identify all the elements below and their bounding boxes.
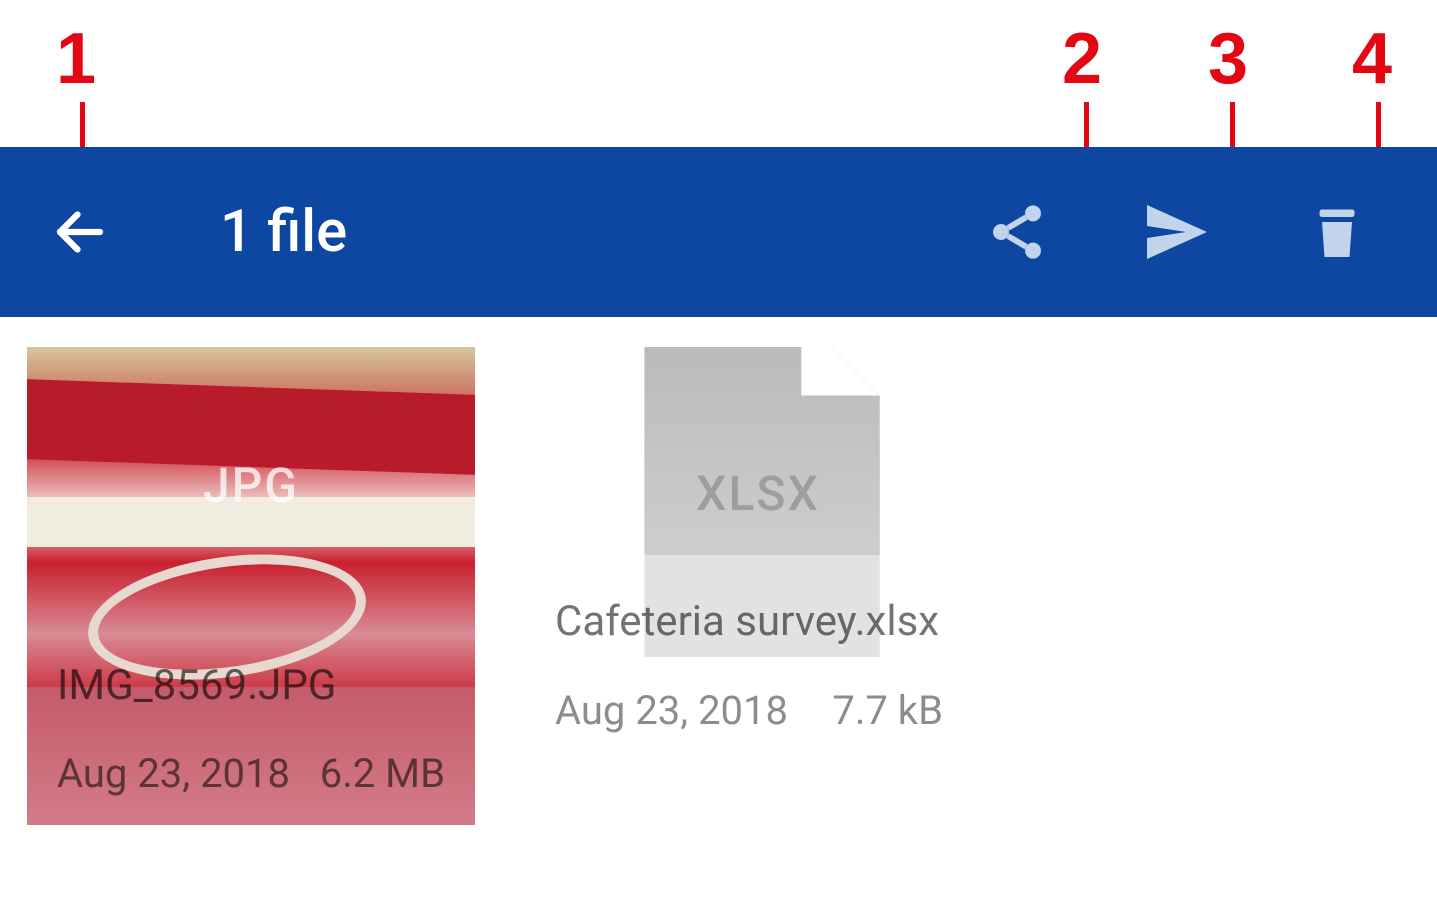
back-arrow-icon — [50, 202, 110, 262]
delete-button[interactable] — [1297, 192, 1377, 272]
file-date: Aug 23, 2018 — [555, 687, 788, 734]
file-thumbnail: XLSX — [525, 347, 973, 587]
back-button[interactable] — [40, 192, 120, 272]
toolbar-actions — [977, 192, 1397, 272]
file-type-label: XLSX — [696, 465, 820, 522]
file-meta: Aug 23, 2018 6.2 MB — [57, 750, 445, 797]
annotation-number-1: 1 — [56, 18, 96, 100]
app-bar-title: 1 file — [220, 198, 977, 266]
file-info: IMG_8569.JPG Aug 23, 2018 6.2 MB — [27, 642, 475, 825]
trash-icon — [1307, 200, 1367, 264]
share-icon — [985, 200, 1049, 264]
file-card-xlsx[interactable]: XLSX Cafeteria survey.xlsx Aug 23, 2018 … — [525, 347, 973, 825]
send-button[interactable] — [1137, 192, 1217, 272]
send-icon — [1141, 196, 1213, 268]
file-card-jpg[interactable]: JPG IMG_8569.JPG Aug 23, 2018 6.2 MB — [27, 347, 475, 825]
file-type-label: JPG — [203, 457, 299, 514]
file-size: 6.2 MB — [320, 750, 445, 797]
file-size: 7.7 kB — [832, 687, 943, 734]
share-button[interactable] — [977, 192, 1057, 272]
file-grid: JPG IMG_8569.JPG Aug 23, 2018 6.2 MB — [27, 347, 973, 825]
annotation-number-4: 4 — [1352, 18, 1392, 100]
file-meta: Aug 23, 2018 7.7 kB — [555, 687, 943, 734]
annotation-number-2: 2 — [1062, 18, 1102, 100]
annotation-number-3: 3 — [1208, 18, 1248, 100]
file-name: Cafeteria survey.xlsx — [555, 597, 943, 647]
file-date: Aug 23, 2018 — [57, 750, 290, 797]
app-bar: 1 file — [0, 147, 1437, 317]
file-info: Cafeteria survey.xlsx Aug 23, 2018 7.7 k… — [525, 597, 973, 762]
file-name: IMG_8569.JPG — [57, 662, 445, 710]
